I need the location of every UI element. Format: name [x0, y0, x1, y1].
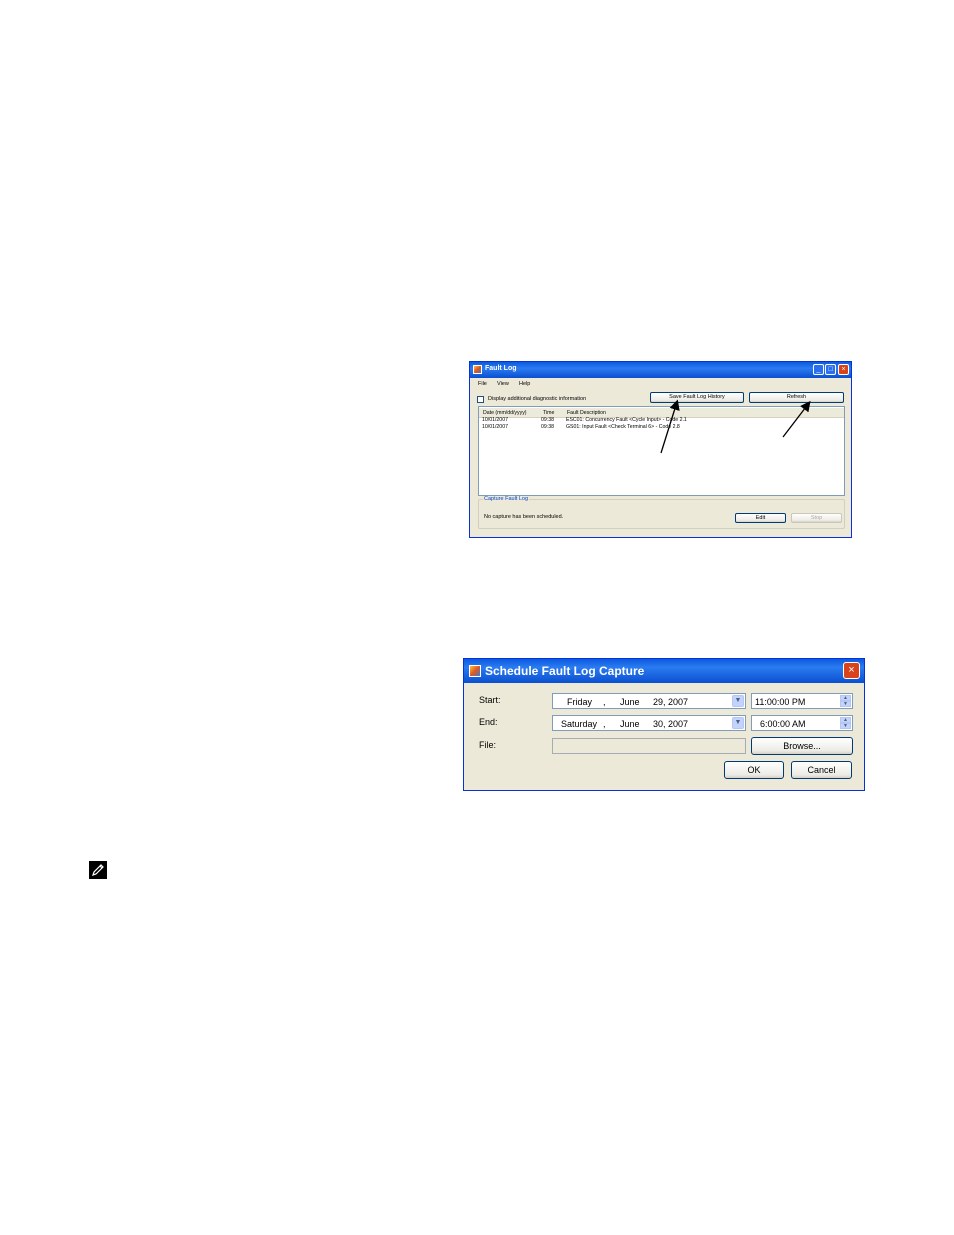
start-time: 11:00:00 PM: [755, 697, 806, 707]
spin-down-icon[interactable]: ▼: [840, 723, 851, 729]
schedule-capture-dialog: Schedule Fault Log Capture × Start: Frid…: [463, 658, 865, 791]
start-label: Start:: [479, 695, 501, 705]
cancel-button[interactable]: Cancel: [791, 761, 852, 779]
end-month: June: [620, 719, 640, 729]
note-icon: [89, 861, 107, 879]
start-time-field[interactable]: 11:00:00 PM ▲ ▼: [751, 693, 853, 709]
start-date-picker[interactable]: Friday , June 29, 2007 ▼: [552, 693, 746, 709]
end-time-spinner[interactable]: ▲ ▼: [840, 717, 851, 729]
end-time-field[interactable]: 6:00:00 AM ▲ ▼: [751, 715, 853, 731]
schedule-title: Schedule Fault Log Capture: [485, 664, 645, 678]
end-label: End:: [479, 717, 498, 727]
start-day-year: 29, 2007: [653, 697, 689, 707]
end-day-year: 30, 2007: [653, 719, 689, 729]
file-path-field: [552, 738, 746, 754]
spin-down-icon[interactable]: ▼: [840, 701, 851, 707]
callout-arrows: [660, 399, 811, 454]
end-date-picker[interactable]: Saturday , June 30, 2007 ▼: [552, 715, 746, 731]
dropdown-arrow-icon[interactable]: ▼: [732, 717, 744, 729]
dropdown-arrow-icon[interactable]: ▼: [732, 695, 744, 707]
start-month: June: [620, 697, 640, 707]
arrow-to-save-button: [660, 399, 680, 454]
arrow-to-refresh-button: [782, 400, 811, 438]
schedule-titlebar: Schedule Fault Log Capture ×: [464, 659, 864, 683]
start-weekday: Friday: [567, 697, 593, 707]
browse-button[interactable]: Browse...: [751, 737, 853, 755]
start-time-spinner[interactable]: ▲ ▼: [840, 695, 851, 707]
ok-button[interactable]: OK: [724, 761, 784, 779]
app-icon: [469, 665, 481, 677]
close-icon[interactable]: ×: [843, 662, 860, 679]
file-label: File:: [479, 740, 497, 750]
end-weekday: Saturday: [561, 719, 598, 729]
end-time: 6:00:00 AM: [760, 719, 806, 729]
